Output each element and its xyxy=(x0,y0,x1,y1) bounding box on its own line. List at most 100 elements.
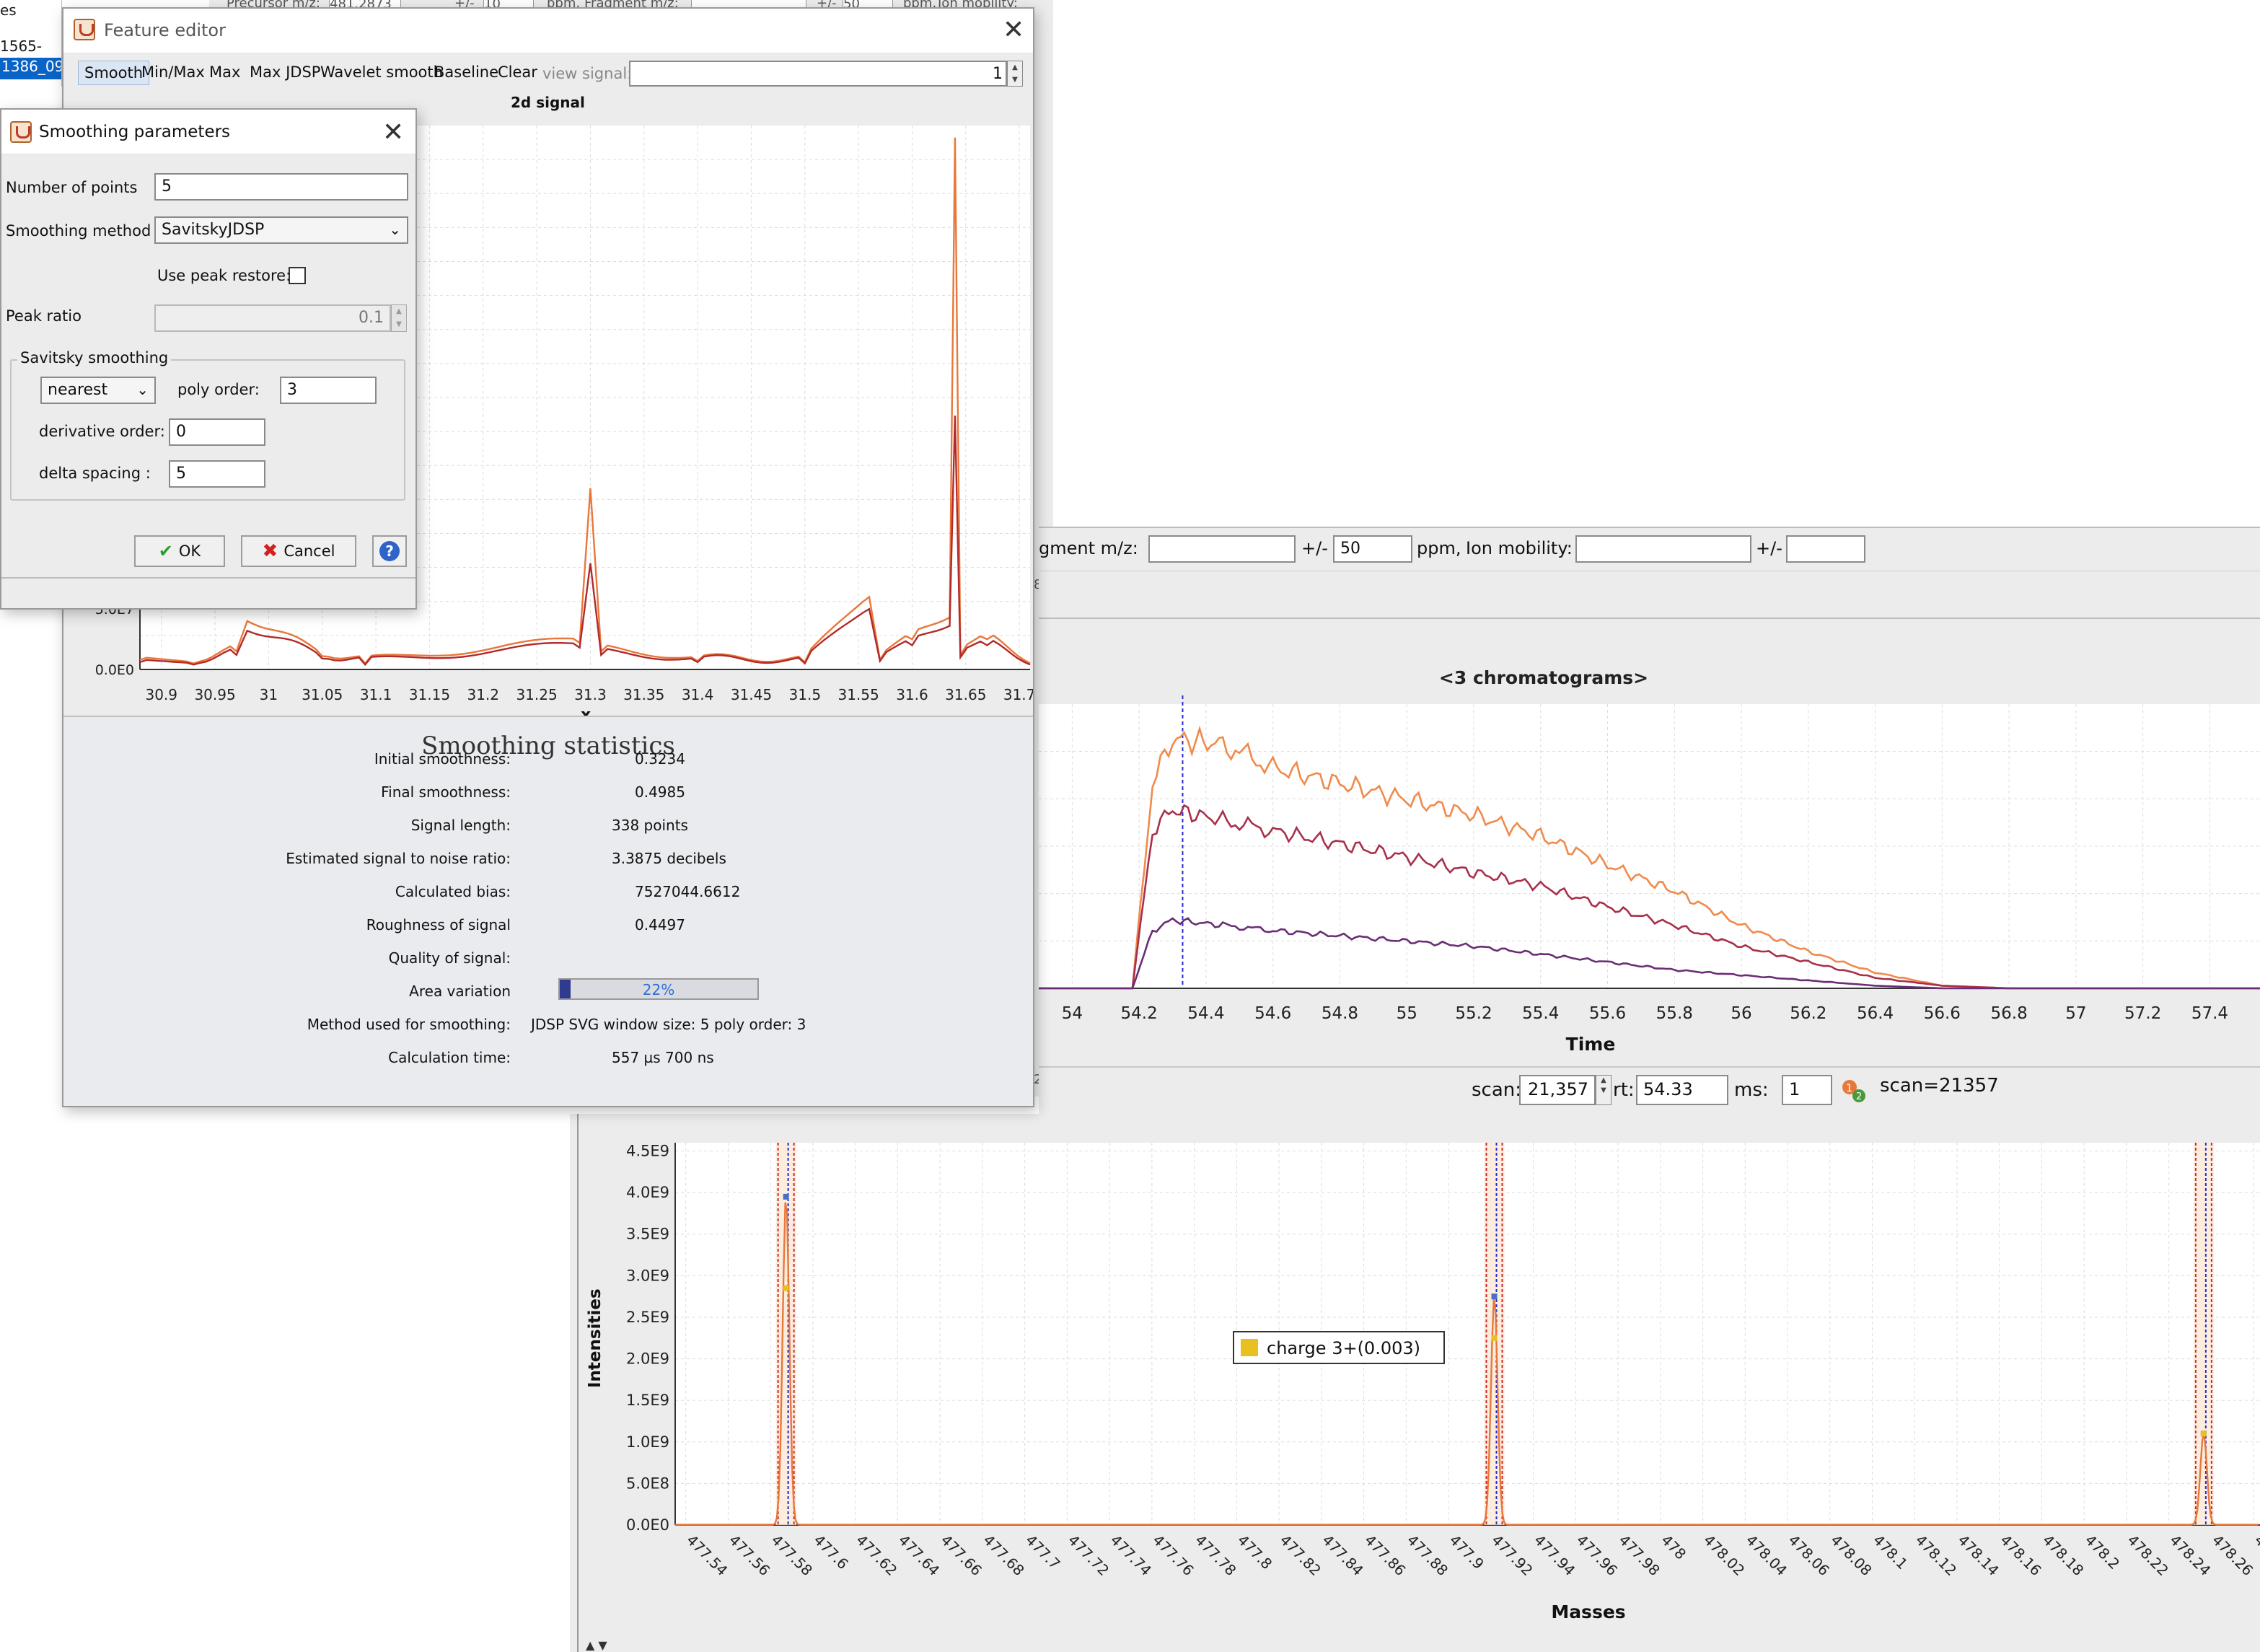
x-tick-label: 477.7 xyxy=(1022,1532,1063,1573)
filter-row: gment m/z: +/- 50 ppm, Ion mobility: +/- xyxy=(1039,527,2260,571)
view-signal-field[interactable]: 1 xyxy=(629,61,1007,87)
x-tick-label: 54.2 xyxy=(1121,1004,1158,1023)
x-tick-label: 478.16 xyxy=(1997,1532,2044,1579)
list-item-selected[interactable]: 1386_09 xyxy=(0,58,61,79)
x-tick-label: 477.92 xyxy=(1488,1532,1536,1579)
dialog-title: Smoothing parameters xyxy=(39,123,231,141)
x-tick-label: 477.76 xyxy=(1149,1532,1197,1579)
stat-label: Estimated signal to noise ratio: xyxy=(286,850,511,867)
cancel-label: Cancel xyxy=(283,542,335,560)
feature-editor-titlebar[interactable]: Feature editor ✕ xyxy=(63,9,1033,53)
x-tick-label: 54.4 xyxy=(1187,1004,1224,1023)
x-tick-label: 478 xyxy=(1658,1532,1689,1563)
scan-spinner[interactable]: ▲ ▼ xyxy=(1596,1075,1612,1105)
x-tick-label: 478.14 xyxy=(1954,1532,2002,1579)
savitsky-group: Savitsky smoothing nearest ⌄ poly order: … xyxy=(10,349,405,501)
x-tick-label: 477.56 xyxy=(726,1532,773,1579)
spectrum-left-border xyxy=(570,1114,579,1652)
peak-ratio-spinner[interactable]: ▲ ▼ xyxy=(391,304,407,332)
x-tick-label: 477.54 xyxy=(683,1532,731,1579)
peak-ratio-field[interactable]: 0.1 xyxy=(154,304,391,332)
ms-field[interactable]: 1 xyxy=(1782,1075,1832,1105)
stat-label: Calculation time: xyxy=(388,1049,511,1066)
list-item[interactable]: es xyxy=(0,1,17,19)
x-tick-label: 31.15 xyxy=(409,686,450,703)
ms-level-icon[interactable]: 12 xyxy=(1839,1076,1868,1105)
smoothing-statistics-panel: Smoothing statistics Initial smoothness:… xyxy=(63,716,1033,1106)
x-tick-label: 31.05 xyxy=(302,686,343,703)
legend-label: charge 3+(0.003) xyxy=(1267,1338,1420,1358)
x-tick-label: 55.2 xyxy=(1455,1004,1492,1023)
x-tick-label: 56.6 xyxy=(1924,1004,1961,1023)
x-tick-label: 477.74 xyxy=(1107,1532,1155,1579)
dialog-status-strip xyxy=(1,577,415,608)
ion-tolerance-field[interactable] xyxy=(1786,535,1865,563)
stat-label: Area variation xyxy=(409,983,511,1000)
help-icon: ? xyxy=(379,541,400,561)
x-tick-label: 54.6 xyxy=(1254,1004,1291,1023)
stat-label: Quality of signal: xyxy=(388,949,511,967)
rt-field[interactable]: 54.33 xyxy=(1636,1075,1728,1105)
x-tick-label: 477.94 xyxy=(1531,1532,1578,1579)
poly-order-field[interactable]: 3 xyxy=(280,377,377,404)
x-tick-label: 477.68 xyxy=(980,1532,1027,1579)
x-tick-label: 31.45 xyxy=(731,686,772,703)
derivative-order-field[interactable]: 0 xyxy=(169,418,265,446)
filter-gap xyxy=(1039,571,2260,619)
help-button[interactable]: ? xyxy=(372,535,407,567)
x-tick-label: 477.96 xyxy=(1573,1532,1621,1579)
x-tick-label: 477.84 xyxy=(1319,1532,1366,1579)
max-button[interactable]: Max xyxy=(203,61,246,84)
x-tick-label: 478.1 xyxy=(1870,1532,1911,1573)
dialog-titlebar[interactable]: Smoothing parameters ✕ xyxy=(1,110,415,154)
x-tick-label: 478.04 xyxy=(1743,1532,1790,1579)
chevron-down-icon: ⌄ xyxy=(389,221,401,238)
close-icon[interactable]: ✕ xyxy=(382,120,404,146)
stat-value: 0.4985 xyxy=(635,783,685,801)
close-icon[interactable]: ✕ xyxy=(1003,17,1024,43)
peak-apex-marker xyxy=(783,1193,789,1200)
scan-field[interactable]: 21,357 xyxy=(1519,1075,1596,1105)
clear-button[interactable]: Clear xyxy=(492,61,543,84)
x-tick-label: 56.2 xyxy=(1790,1004,1826,1023)
quality-bar: 22% xyxy=(558,978,759,1000)
x-tick-label: 30.9 xyxy=(145,686,177,703)
x-tick-label: 478.02 xyxy=(1700,1532,1748,1579)
x-tick-label: 478.28 xyxy=(2251,1532,2260,1579)
y-tick-label: 0.0E0 xyxy=(626,1516,669,1534)
x-tick-label: 478.2 xyxy=(2082,1532,2123,1573)
fragment-tolerance-field[interactable]: 50 xyxy=(1333,535,1412,563)
x-tick-label: 477.58 xyxy=(768,1532,816,1579)
smoothing-method-select[interactable]: SavitskyJDSP ⌄ xyxy=(154,216,408,244)
x-tick-label: 31.7 xyxy=(1003,686,1033,703)
num-points-label: Number of points xyxy=(6,179,138,196)
ok-button[interactable]: ✔ OK xyxy=(134,535,225,567)
x-tick-label: 54.8 xyxy=(1322,1004,1358,1023)
delta-spacing-field[interactable]: 5 xyxy=(169,460,265,488)
fragment-field[interactable] xyxy=(1148,535,1296,563)
ok-label: OK xyxy=(178,542,201,560)
x-tick-label: 31.3 xyxy=(574,686,607,703)
java-app-icon xyxy=(10,121,32,143)
edge-mode-select[interactable]: nearest ⌄ xyxy=(40,377,156,404)
num-points-field[interactable]: 5 xyxy=(154,173,408,201)
peak-highlight xyxy=(2193,1143,2214,1525)
minmax-button[interactable]: Min/Max xyxy=(136,61,211,84)
peak-restore-checkbox[interactable] xyxy=(289,267,306,284)
x-tick-label: 55.4 xyxy=(1522,1004,1559,1023)
ion-mobility-field[interactable] xyxy=(1575,535,1751,563)
spectrum-chart[interactable]: 477.54477.56477.58477.6 477.62477.64477.6… xyxy=(579,1114,2260,1652)
x-tick-label: 55.6 xyxy=(1589,1004,1626,1023)
view-signal-label: view signal: xyxy=(542,65,633,82)
stat-label: Method used for smoothing: xyxy=(307,1016,511,1033)
x-tick-label: 31.25 xyxy=(516,686,557,703)
x-tick-label: 54 xyxy=(1062,1004,1083,1023)
x-tick-label: 477.8 xyxy=(1234,1532,1275,1573)
ms-label: ms: xyxy=(1734,1079,1769,1101)
view-signal-spinner[interactable]: ▲ ▼ xyxy=(1007,61,1023,87)
cancel-button[interactable]: ✖ Cancel xyxy=(241,535,356,567)
chromatogram-chart[interactable]: <3 chromatograms> 54 54.2 54.4 54.6 54.8 55 55.… xyxy=(1039,619,2260,1066)
x-tick-label: 478.26 xyxy=(2209,1532,2256,1579)
x-tick-label: 55 xyxy=(1397,1004,1417,1023)
stat-value: 0.4497 xyxy=(635,916,685,933)
